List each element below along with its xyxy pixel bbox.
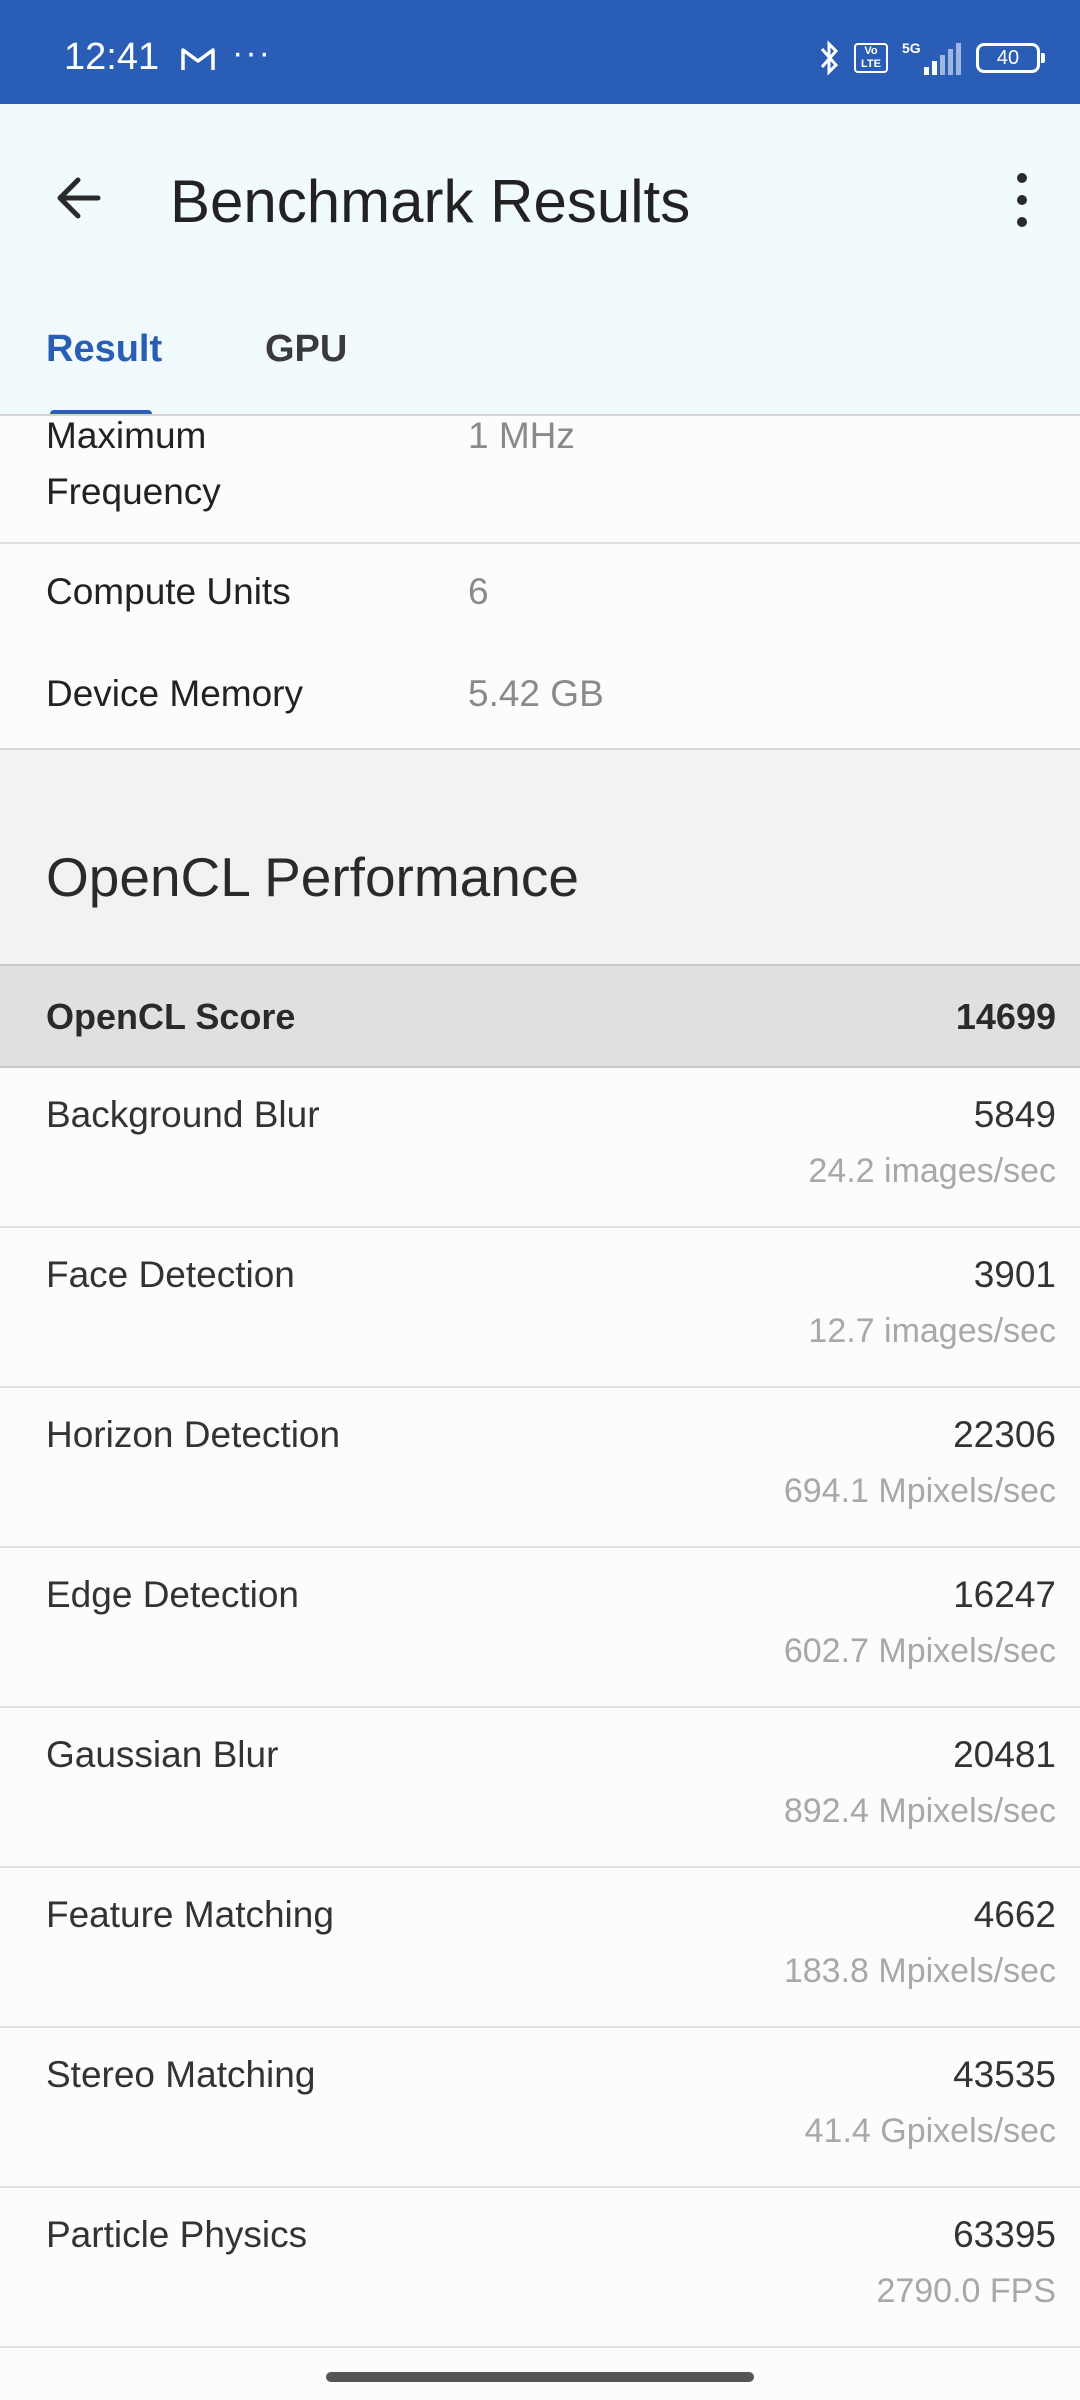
result-name: Edge Detection	[46, 1574, 300, 1615]
result-score: 5849	[973, 1094, 1056, 1135]
info-row-max-frequency: Maximum Frequency 1 MHz	[0, 415, 1080, 544]
result-rate: 12.7 images/sec	[808, 1312, 1056, 1350]
app-bar: Benchmark Results Result GPU	[0, 104, 1080, 418]
info-value: 1 MHz	[468, 415, 575, 456]
home-indicator[interactable]	[326, 2372, 754, 2382]
info-value: 6	[468, 571, 489, 612]
result-score: 16247	[953, 1574, 1056, 1615]
result-name: Horizon Detection	[46, 1414, 341, 1455]
result-rate: 41.4 Gpixels/sec	[804, 2112, 1056, 2150]
result-name: Background Blur	[46, 1094, 320, 1135]
tab-gpu[interactable]: GPU	[265, 328, 347, 371]
result-score: 3901	[973, 1254, 1056, 1295]
battery-icon: 40	[976, 43, 1045, 73]
tab-result[interactable]: Result	[46, 328, 162, 371]
info-label: Device Memory	[46, 673, 303, 714]
result-row: Particle Physics 63395 2790.0 FPS	[0, 2188, 1080, 2348]
result-row: Gaussian Blur 20481 892.4 Mpixels/sec	[0, 1708, 1080, 1868]
section-title: OpenCL Performance	[46, 846, 579, 908]
result-rate: 892.4 Mpixels/sec	[783, 1792, 1056, 1830]
volte-icon: Vo LTE	[854, 43, 888, 73]
result-row: Background Blur 5849 24.2 images/sec	[0, 1068, 1080, 1228]
result-score: 63395	[953, 2214, 1056, 2255]
result-name: Stereo Matching	[46, 2054, 316, 2095]
result-name: Particle Physics	[46, 2214, 308, 2255]
info-label: Compute Units	[46, 571, 291, 612]
result-rate: 2790.0 FPS	[876, 2272, 1056, 2310]
result-score: 22306	[953, 1414, 1056, 1455]
status-bar: 12:41 ··· Vo LTE 5G 40	[0, 0, 1080, 104]
svg-text:5G: 5G	[902, 40, 921, 56]
result-score: 43535	[953, 2054, 1056, 2095]
score-label: OpenCL Score	[46, 996, 296, 1037]
gmail-icon	[181, 48, 215, 70]
result-name: Feature Matching	[46, 1894, 334, 1935]
more-notifications-icon: ···	[232, 34, 272, 72]
result-rate: 24.2 images/sec	[808, 1152, 1056, 1190]
info-label: Maximum Frequency	[46, 415, 221, 512]
arrow-left-icon[interactable]	[48, 166, 112, 230]
bluetooth-icon	[820, 40, 839, 76]
info-value: 5.42 GB	[468, 673, 604, 714]
result-rate: 602.7 Mpixels/sec	[783, 1632, 1056, 1670]
result-row: Feature Matching 4662 183.8 Mpixels/sec	[0, 1868, 1080, 2028]
info-row-compute-units: Compute Units 6	[0, 544, 1080, 648]
result-score: 4662	[973, 1894, 1056, 1935]
signal-5g-icon: 5G	[902, 40, 961, 75]
result-name: Gaussian Blur	[46, 1734, 279, 1775]
result-row: Horizon Detection 22306 694.1 Mpixels/se…	[0, 1388, 1080, 1548]
result-row: Stereo Matching 43535 41.4 Gpixels/sec	[0, 2028, 1080, 2188]
result-name: Face Detection	[46, 1254, 295, 1295]
result-row: Edge Detection 16247 602.7 Mpixels/sec	[0, 1548, 1080, 1708]
result-row: Face Detection 3901 12.7 images/sec	[0, 1228, 1080, 1388]
result-rate: 183.8 Mpixels/sec	[783, 1952, 1056, 1990]
status-time: 12:41	[64, 36, 160, 78]
page-title: Benchmark Results	[170, 168, 691, 235]
result-rate: 694.1 Mpixels/sec	[783, 1472, 1056, 1510]
more-vert-icon[interactable]	[1002, 168, 1042, 232]
info-row-device-memory: Device Memory 5.42 GB	[0, 646, 1080, 750]
result-score: 20481	[953, 1734, 1056, 1775]
score-value: 14699	[955, 996, 1056, 1037]
opencl-score-row: OpenCL Score 14699	[0, 964, 1080, 1068]
